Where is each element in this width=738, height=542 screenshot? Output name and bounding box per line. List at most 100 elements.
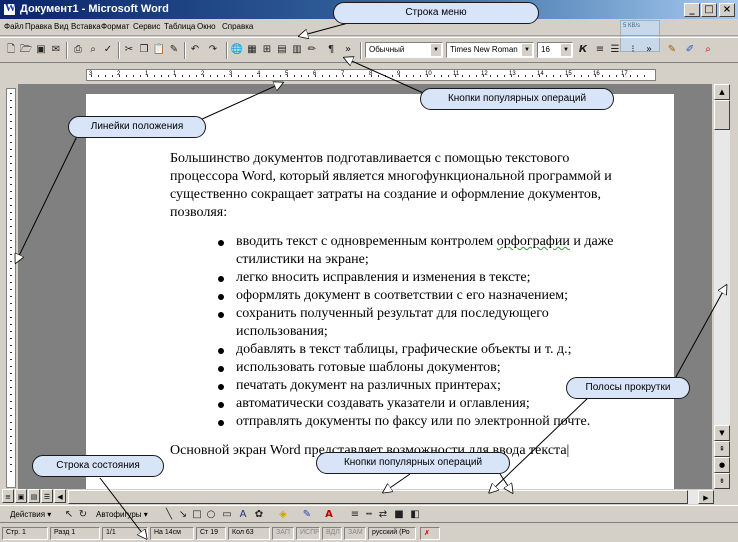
status-track-changes[interactable]: ИСПР <box>296 527 320 540</box>
print-icon[interactable]: ⎙ <box>71 43 85 57</box>
align-center-icon[interactable]: ≡ <box>593 43 607 57</box>
menu-insert[interactable]: Вставка <box>71 22 101 31</box>
menu-tools[interactable]: Сервис <box>133 22 160 31</box>
chevron-down-icon[interactable]: ▼ <box>431 44 441 56</box>
normal-view-icon[interactable]: ≡ <box>2 489 14 503</box>
line-color-icon[interactable]: ✎ <box>300 508 314 522</box>
grammar-marked-word[interactable]: орфографии <box>497 234 570 249</box>
scroll-right-icon[interactable]: ▶ <box>698 490 714 504</box>
web-layout-icon[interactable]: ▣ <box>15 489 27 503</box>
insert-excel-icon[interactable]: ▤ <box>275 43 289 57</box>
print-preview-icon[interactable]: ⌕ <box>86 43 100 57</box>
previous-page-icon[interactable]: ⇞ <box>714 441 730 457</box>
menu-format[interactable]: Формат <box>101 22 129 31</box>
outline-view-icon[interactable]: ☰ <box>41 489 53 503</box>
bullet-item[interactable]: автоматически создавать указатели и огла… <box>218 395 630 413</box>
menu-view[interactable]: Вид <box>54 22 68 31</box>
bullet-item[interactable]: добавлять в текст таблицы, графические о… <box>218 341 630 359</box>
document-text[interactable]: Большинство документов подготавливается … <box>170 150 630 460</box>
bullet-item[interactable]: легко вносить исправления и изменения в … <box>218 269 630 287</box>
vertical-scrollbar[interactable]: ▲ ▼ ⇞ ● ⇟ <box>714 84 730 489</box>
bullet-item[interactable]: оформлять документ в соответствии с его … <box>218 287 630 305</box>
rectangle-icon[interactable]: □ <box>190 508 204 522</box>
font-size-select[interactable]: 16 ▼ <box>537 42 573 58</box>
arrow-style-icon[interactable]: ⇄ <box>376 508 390 522</box>
vertical-ruler[interactable] <box>6 88 16 488</box>
horizontal-scroll-thumb[interactable] <box>68 490 688 504</box>
actions-menu[interactable]: Действия ▾ <box>10 510 51 519</box>
word-app-icon[interactable] <box>3 2 16 16</box>
chevron-down-icon[interactable]: ▼ <box>561 44 571 56</box>
format-painter-icon[interactable]: ✎ <box>167 43 181 57</box>
highlight-icon[interactable]: ✎ <box>665 43 679 57</box>
minimize-button[interactable]: _ <box>684 3 700 17</box>
line-icon[interactable]: ╲ <box>162 508 176 522</box>
scroll-left-icon[interactable]: ◀ <box>54 489 66 503</box>
show-hide-icon[interactable]: ¶ <box>324 43 338 57</box>
free-rotate-icon[interactable]: ↻ <box>76 508 90 522</box>
justify-icon[interactable]: ☰ <box>608 43 622 57</box>
research-icon[interactable]: ⌕ <box>701 43 715 57</box>
redo-icon[interactable]: ↷ <box>206 43 220 57</box>
tables-borders-icon[interactable]: ▦ <box>245 43 259 57</box>
text-box-icon[interactable]: ▭ <box>220 508 234 522</box>
clipart-icon[interactable]: ✿ <box>252 508 266 522</box>
status-overtype[interactable]: ЗАМ <box>344 527 366 540</box>
email-icon[interactable]: ✉ <box>49 43 63 57</box>
pen-icon[interactable]: ✐ <box>683 43 697 57</box>
oval-icon[interactable]: ○ <box>204 508 218 522</box>
open-folder-icon[interactable]: 🗁 <box>19 43 33 57</box>
close-button[interactable]: × <box>719 3 735 17</box>
style-select[interactable]: Обычный ▼ <box>365 42 443 58</box>
document-page[interactable]: Большинство документов подготавливается … <box>86 94 674 489</box>
new-document-icon[interactable]: 🗋 <box>4 43 18 57</box>
hyperlink-icon[interactable]: 🌐 <box>230 43 244 57</box>
intro-paragraph[interactable]: Большинство документов подготавливается … <box>170 150 630 222</box>
menu-help[interactable]: Справка <box>222 22 253 31</box>
status-record[interactable]: ЗАП <box>272 527 294 540</box>
bullets-icon[interactable]: ⁝ <box>626 43 640 57</box>
menu-edit[interactable]: Правка <box>25 22 52 31</box>
select-browse-object-icon[interactable]: ● <box>714 457 730 473</box>
next-page-icon[interactable]: ⇟ <box>714 473 730 489</box>
font-color-icon[interactable]: A <box>322 508 336 522</box>
spelling-status-icon[interactable]: ✗ <box>420 527 440 540</box>
status-extend[interactable]: ВДЛ <box>322 527 342 540</box>
menu-table[interactable]: Таблица <box>164 22 195 31</box>
drawing-icon[interactable]: ✏ <box>305 43 319 57</box>
line-style-icon[interactable]: ≡ <box>348 508 362 522</box>
font-select[interactable]: Times New Roman ▼ <box>446 42 534 58</box>
dash-style-icon[interactable]: ┅ <box>362 508 376 522</box>
select-objects-icon[interactable]: ↖ <box>62 508 76 522</box>
bullet-item[interactable]: сохранить полученный результат для после… <box>218 305 630 341</box>
maximize-button[interactable]: □ <box>701 3 717 17</box>
status-language[interactable]: русский (Ро <box>368 527 416 540</box>
arrow-icon[interactable]: ↘ <box>176 508 190 522</box>
chevron-down-icon[interactable]: ▼ <box>522 44 532 56</box>
3d-icon[interactable]: ◧ <box>408 508 422 522</box>
horizontal-scrollbar[interactable]: ▶ <box>68 490 714 504</box>
zoom-icon[interactable]: » <box>341 43 355 57</box>
bullet-item[interactable]: отправлять документы по факсу или по эле… <box>218 413 630 431</box>
undo-icon[interactable]: ↶ <box>188 43 202 57</box>
paste-icon[interactable]: 📋 <box>152 43 166 57</box>
cut-icon[interactable]: ✂ <box>122 43 136 57</box>
wordart-icon[interactable]: A <box>236 508 250 522</box>
columns-icon[interactable]: ▥ <box>290 43 304 57</box>
save-icon[interactable]: ▣ <box>34 43 48 57</box>
bullet-item[interactable]: использовать готовые шаблоны документов; <box>218 359 630 377</box>
horizontal-ruler[interactable]: 3 2 1 1 2 3 4 5 6 7 8 9 10 11 12 13 14 15 16 17 <box>86 69 656 81</box>
scroll-up-icon[interactable]: ▲ <box>714 84 730 100</box>
copy-icon[interactable]: ❐ <box>137 43 151 57</box>
spelling-icon[interactable]: ✓ <box>101 43 115 57</box>
fill-color-icon[interactable]: ◈ <box>276 508 290 522</box>
scroll-down-icon[interactable]: ▼ <box>714 425 730 441</box>
scroll-thumb[interactable] <box>714 100 730 130</box>
menu-window[interactable]: Окно <box>197 22 216 31</box>
menu-file[interactable]: Файл <box>4 22 24 31</box>
insert-table-icon[interactable]: ⊞ <box>260 43 274 57</box>
shadow-icon[interactable]: ■ <box>392 508 406 522</box>
print-layout-icon[interactable]: ▤ <box>28 489 40 503</box>
autoshapes-menu[interactable]: Автофигуры ▾ <box>96 510 148 519</box>
more-buttons-icon[interactable]: » <box>642 43 656 57</box>
